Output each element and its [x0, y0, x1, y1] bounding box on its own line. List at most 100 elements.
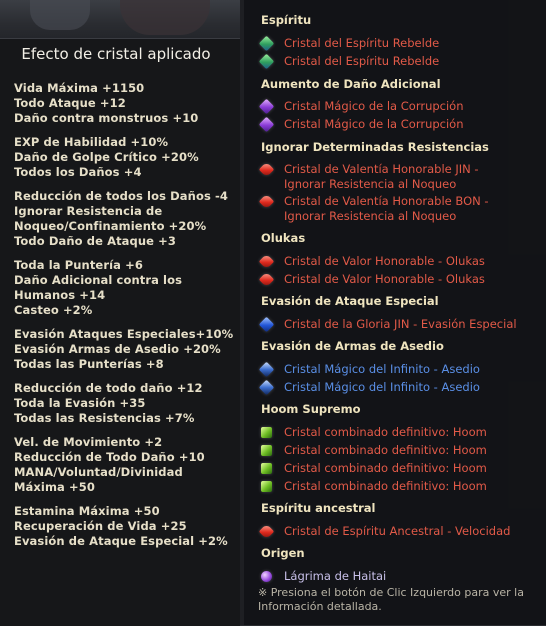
lime-crystal-icon [261, 427, 272, 438]
crystal-list-panel: Espíritu Cristal del Espíritu Rebelde Cr… [244, 0, 546, 625]
green-crystal-icon [258, 53, 275, 70]
hint-note: ※ Presiona el botón de Clic Izquierdo pa… [258, 586, 524, 613]
stat-line: Reducción de Todo Daño +10 [14, 450, 205, 464]
stat-group: Vel. de Movimiento +2 Reducción de Todo … [14, 435, 234, 495]
stat-line: Ignorar Resistencia de Noqueo/Confinamie… [14, 204, 207, 233]
dark-blue-crystal-icon [258, 379, 275, 396]
section-title-espiritu: Espíritu [261, 13, 312, 27]
scene-character-shape [120, 0, 210, 35]
crystal-item[interactable]: Cristal de Valentía Honorable JIN - Igno… [258, 161, 501, 191]
crystal-name: Cristal de Valentía Honorable JIN - Igno… [284, 162, 479, 191]
stat-line: Vida Máxima +1150 [14, 81, 145, 95]
crystal-name: Cristal Mágico del Infinito - Asedio [284, 362, 480, 376]
crystal-item[interactable]: Cristal Mágico del Infinito - Asedio [258, 361, 480, 378]
green-crystal-icon [258, 35, 275, 52]
crystal-item[interactable]: Cristal Mágico del Infinito - Asedio [258, 379, 480, 396]
section-title-evasion-ataque-especial: Evasión de Ataque Especial [261, 294, 439, 308]
panel-title: Efecto de cristal aplicado [21, 45, 211, 63]
stat-line: Vel. de Movimiento +2 [14, 435, 163, 449]
crystal-item[interactable]: Cristal Mágico de la Corrupción [258, 98, 464, 115]
crystal-name: Cristal Mágico de la Corrupción [284, 99, 464, 113]
crystal-name: Cristal de Valor Honorable - Olukas [284, 254, 485, 268]
scene-character-shape [30, 0, 90, 30]
crystal-name: Cristal de la Gloria JIN - Evasión Espec… [284, 317, 517, 331]
section-title-hoom-supremo: Hoom Supremo [261, 402, 361, 416]
stat-line: Evasión Armas de Asedio +20% [14, 342, 221, 356]
crystal-item[interactable]: Cristal de Espíritu Ancestral - Velocida… [258, 523, 511, 540]
crystal-item[interactable]: Cristal combinado definitivo: Hoom [261, 461, 487, 476]
crystal-name: Cristal combinado definitivo: Hoom [284, 425, 487, 439]
stat-line: Todas las Punterías +8 [14, 357, 164, 371]
red-crystal-icon [258, 193, 275, 210]
crystal-item[interactable]: Cristal combinado definitivo: Hoom [261, 443, 487, 458]
crystal-item[interactable]: Cristal de Valor Honorable - Olukas [258, 271, 485, 288]
stat-line: Todas las Resistencias +7% [14, 411, 195, 425]
crystal-item[interactable]: Cristal de Valentía Honorable BON - Igno… [258, 193, 501, 223]
stat-line: Daño Adicional contra los Humanos +14 [14, 273, 183, 302]
crystal-item[interactable]: Cristal del Espíritu Rebelde [258, 53, 440, 70]
stat-line: Estamina Máxima +50 [14, 504, 160, 518]
lime-crystal-icon [261, 463, 272, 474]
stat-line: Todos los Daños +4 [14, 165, 142, 179]
crystal-name: Cristal del Espíritu Rebelde [284, 36, 440, 50]
stat-line: Evasión Ataques Especiales+10% [14, 327, 234, 341]
crystal-name: Cristal del Espíritu Rebelde [284, 54, 440, 68]
purple-crystal-icon [258, 98, 275, 115]
crystal-name: Cristal combinado definitivo: Hoom [284, 443, 487, 457]
stat-line: Casteo +2% [14, 303, 93, 317]
stat-line: Toda la Evasión +35 [14, 396, 146, 410]
section-title-ignorar-resistencias: Ignorar Determinadas Resistencias [261, 140, 489, 154]
crystal-item[interactable]: Cristal de la Gloria JIN - Evasión Espec… [258, 316, 517, 333]
stat-line: Todo Ataque +12 [14, 96, 126, 110]
section-title-origen: Origen [261, 546, 305, 560]
stat-line: Todo Daño de Ataque +3 [14, 234, 177, 248]
crystal-item[interactable]: Cristal del Espíritu Rebelde [258, 35, 440, 52]
stat-line: Toda la Puntería +6 [14, 258, 143, 272]
section-title-espiritu-ancestral: Espíritu ancestral [261, 501, 376, 515]
section-title-olukas: Olukas [261, 231, 306, 245]
crystal-name: Cristal de Valor Honorable - Olukas [284, 272, 485, 286]
crystal-item[interactable]: Cristal combinado definitivo: Hoom [261, 425, 487, 440]
stat-group: Toda la Puntería +6 Daño Adicional contr… [14, 258, 234, 318]
crystal-item[interactable]: Cristal combinado definitivo: Hoom [261, 479, 487, 494]
red-crystal-icon [258, 271, 275, 288]
crystal-item[interactable]: Cristal Mágico de la Corrupción [258, 116, 464, 133]
purple-crystal-icon [258, 116, 275, 133]
stat-group: Evasión Ataques Especiales+10% Evasión A… [14, 327, 234, 372]
stat-line: Evasión de Ataque Especial +2% [14, 534, 228, 548]
stat-line: Daño contra monstruos +10 [14, 111, 199, 125]
red-crystal-icon [258, 161, 275, 178]
stat-line: MANA/Voluntad/Divinidad Máxima +50 [14, 465, 183, 494]
lime-crystal-icon [261, 481, 272, 492]
red-crystal-icon [258, 523, 275, 540]
crystal-name: Cristal Mágico del Infinito - Asedio [284, 380, 480, 394]
crystal-item[interactable]: Cristal de Valor Honorable - Olukas [258, 253, 485, 270]
stat-group: Reducción de todo daño +12 Toda la Evasi… [14, 381, 234, 426]
stat-group: Vida Máxima +1150 Todo Ataque +12 Daño c… [14, 81, 234, 126]
stat-line: Recuperación de Vida +25 [14, 519, 187, 533]
stat-line: Reducción de todos los Daños -4 [14, 189, 228, 203]
crystal-name: Cristal Mágico de la Corrupción [284, 117, 464, 131]
dark-blue-crystal-icon [258, 361, 275, 378]
stat-group: EXP de Habilidad +10% Daño de Golpe Crít… [14, 135, 234, 180]
lime-crystal-icon [261, 445, 272, 456]
stat-group: Estamina Máxima +50 Recuperación de Vida… [14, 504, 234, 549]
crystal-name: Cristal combinado definitivo: Hoom [284, 479, 487, 493]
crystal-name: Lágrima de Haitai [284, 569, 387, 583]
applied-effects-panel: Efecto de cristal aplicado Vida Máxima +… [0, 38, 240, 626]
violet-tear-icon [261, 571, 272, 582]
stat-line: Daño de Golpe Crítico +20% [14, 150, 199, 164]
stat-line: Reducción de todo daño +12 [14, 381, 203, 395]
stat-group: Reducción de todos los Daños -4 Ignorar … [14, 189, 234, 249]
crystal-name: Cristal combinado definitivo: Hoom [284, 461, 487, 475]
stat-line: EXP de Habilidad +10% [14, 135, 169, 149]
crystal-name: Cristal de Valentía Honorable BON - Igno… [284, 194, 489, 223]
section-title-evasion-asedio: Evasión de Armas de Asedio [261, 339, 444, 353]
blue-crystal-icon [258, 316, 275, 333]
section-title-aumento-dano: Aumento de Daño Adicional [261, 77, 441, 91]
red-crystal-icon [258, 253, 275, 270]
crystal-item[interactable]: Lágrima de Haitai [261, 569, 386, 584]
stats-list: Vida Máxima +1150 Todo Ataque +12 Daño c… [14, 81, 234, 558]
crystal-name: Cristal de Espíritu Ancestral - Velocida… [284, 524, 511, 538]
game-scene-background [0, 0, 240, 40]
